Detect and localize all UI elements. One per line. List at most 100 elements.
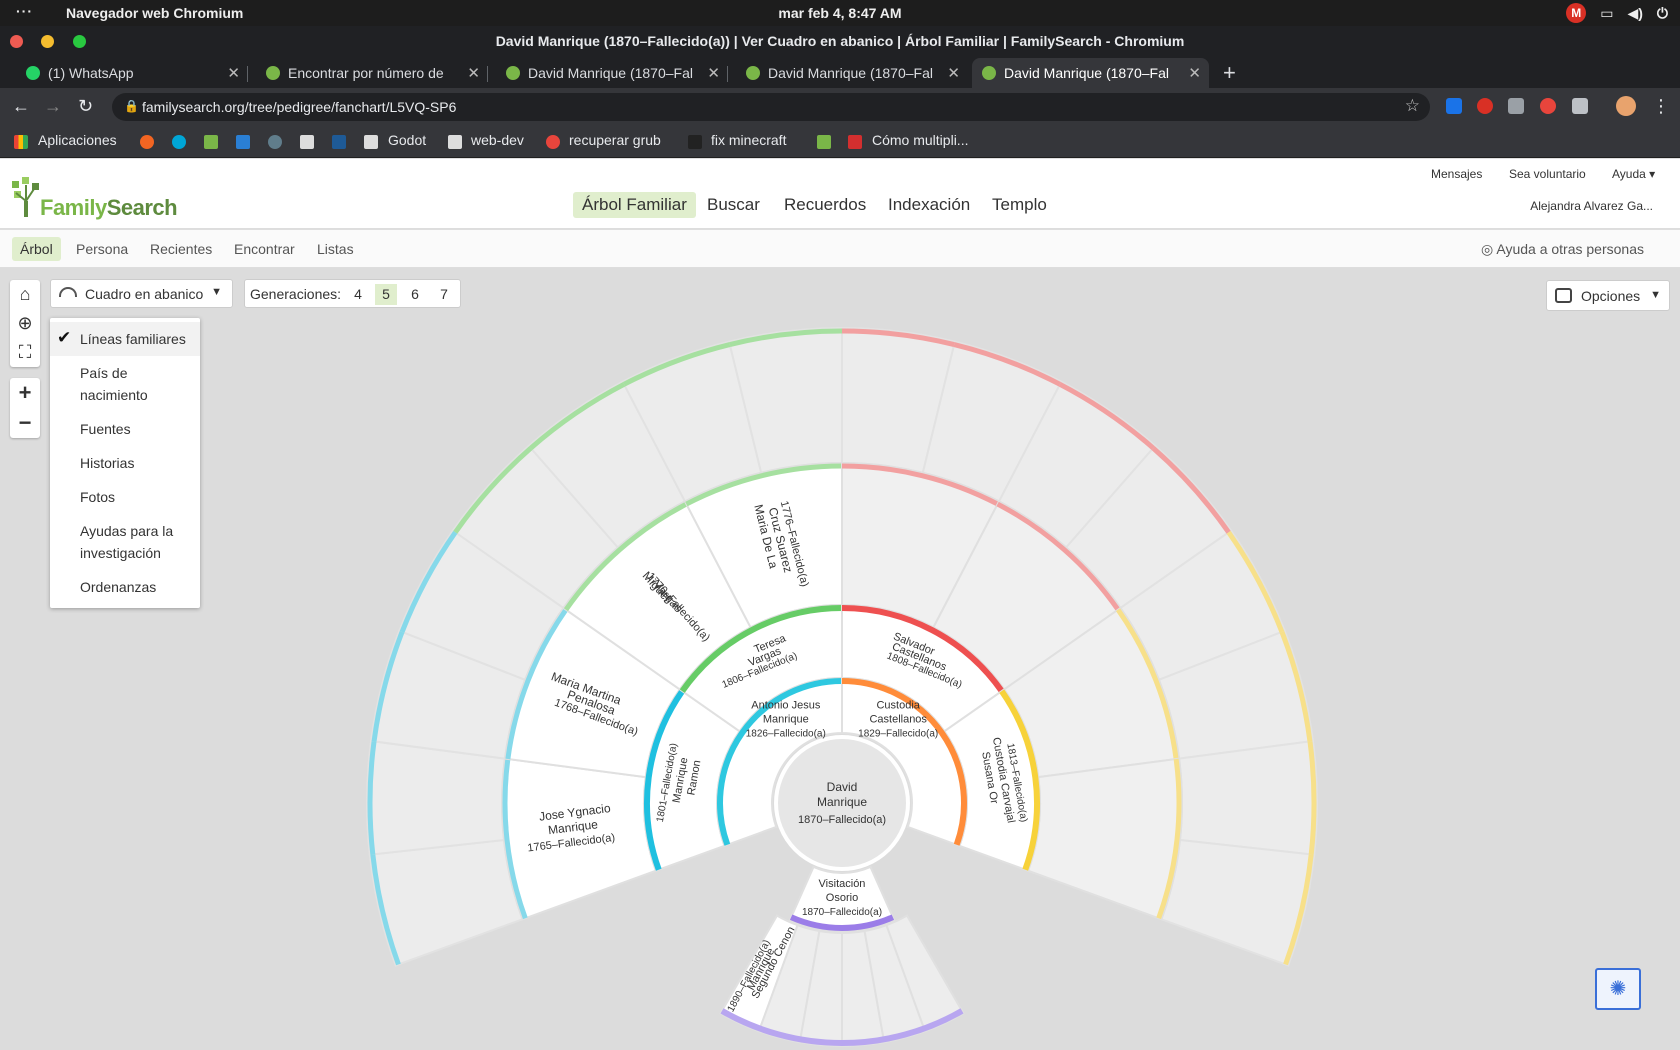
new-tab-button[interactable]: + — [1223, 60, 1236, 86]
dropdown-item-historias[interactable]: Historias — [50, 446, 200, 480]
subnav-listas[interactable]: Listas — [317, 241, 354, 257]
bookmark-star-icon[interactable]: ☆ — [1405, 96, 1420, 116]
nav-indexacion[interactable]: Indexación — [888, 195, 970, 215]
tab-david-2[interactable]: David Manrique (1870–Fal ✕ — [736, 58, 968, 88]
root-dates: 1870–Fallecido(a) — [798, 814, 886, 826]
dropdown-item-fotos[interactable]: Fotos — [50, 480, 200, 514]
subnav-arbol[interactable]: Árbol — [12, 237, 61, 261]
view-controls: ⌂ ⊕ ⛶ — [10, 280, 40, 367]
recenter-icon[interactable]: ⊕ — [10, 309, 40, 338]
dropdown-item-ayudas-investigacion[interactable]: Ayudas para la investigación — [50, 514, 200, 570]
dropdown-item-pais-nacimiento[interactable]: País de nacimiento — [50, 356, 200, 412]
bookmark-aplicaciones[interactable]: Aplicaciones — [38, 132, 117, 148]
link-sea-voluntario[interactable]: Sea voluntario — [1509, 167, 1586, 181]
tab-label: David Manrique (1870–Fal — [528, 65, 693, 81]
generation-option-4[interactable]: 4 — [347, 284, 369, 305]
vimium-extension-icon[interactable] — [1572, 98, 1588, 114]
link-ayuda[interactable]: Ayuda ▾ — [1612, 167, 1655, 181]
forward-arrow-icon[interactable]: → — [44, 96, 62, 117]
minecraft-icon — [688, 135, 702, 149]
familysearch-tree-icon[interactable] — [204, 135, 218, 149]
familysearch-logo-icon[interactable] — [10, 177, 44, 219]
site-icon[interactable] — [332, 135, 346, 149]
nav-templo[interactable]: Templo — [992, 195, 1047, 215]
close-tab-icon[interactable]: ✕ — [947, 64, 960, 82]
site-icon[interactable] — [268, 135, 282, 149]
bookmark-fix-minecraft[interactable]: fix minecraft — [711, 132, 786, 148]
lock-icon[interactable]: 🔒 — [124, 99, 139, 113]
options-button[interactable]: Opciones ▼ — [1546, 280, 1670, 311]
fan-cell-gen5[interactable] — [1177, 739, 1318, 856]
drive-extension-icon[interactable] — [1446, 98, 1462, 114]
fan-chart-canvas[interactable]: David Manrique 1870–Fallecido(a) Antonio Je… — [0, 268, 1680, 1050]
tab-label: Encontrar por número de — [288, 65, 444, 81]
zoom-out-icon[interactable]: − — [10, 408, 40, 438]
back-arrow-icon[interactable]: ← — [12, 96, 30, 117]
address-bar[interactable]: 🔒 familysearch.org/tree/pedigree/fanchar… — [112, 93, 1430, 121]
bookmark-recuperar-grub[interactable]: recuperar grub — [569, 132, 661, 148]
close-tab-icon[interactable]: ✕ — [467, 64, 480, 82]
person-name: Osorio — [826, 892, 858, 904]
bookmark-web-dev[interactable]: web-dev — [471, 132, 524, 148]
subnav-persona[interactable]: Persona — [76, 241, 128, 257]
zoom-in-icon[interactable]: + — [10, 378, 40, 408]
helpers-link[interactable]: ◎ Ayuda a otras personas — [1481, 241, 1644, 258]
folder-icon[interactable] — [300, 135, 314, 149]
ubuntu-icon[interactable] — [140, 135, 154, 149]
block-extension-icon[interactable] — [1540, 98, 1556, 114]
tab-whatsapp[interactable]: (1) WhatsApp ✕ — [16, 58, 248, 88]
nav-arbol-familiar[interactable]: Árbol Familiar — [573, 192, 696, 218]
camera-extension-icon[interactable] — [1508, 98, 1524, 114]
fan-cell-gen4[interactable] — [1026, 757, 1184, 921]
generation-option-5[interactable]: 5 — [375, 284, 397, 305]
view-type-select[interactable]: Cuadro en abanico ▼ — [50, 279, 233, 308]
link-mensajes[interactable]: Mensajes — [1431, 167, 1482, 181]
dropdown-item-fuentes[interactable]: Fuentes — [50, 412, 200, 446]
home-icon[interactable]: ⌂ — [10, 280, 40, 309]
folder-icon — [448, 135, 462, 149]
screen-icon[interactable]: ▭ — [1600, 5, 1613, 22]
generation-option-6[interactable]: 6 — [404, 284, 426, 305]
generations-selector: Generaciones: 4 5 6 7 — [244, 279, 461, 308]
bookmark-como-multipli[interactable]: Cómo multipli... — [872, 132, 968, 148]
fan-cell-gen5[interactable] — [366, 739, 507, 856]
profile-avatar[interactable] — [1616, 96, 1636, 116]
clock[interactable]: mar feb 4, 8:47 AM — [0, 5, 1680, 21]
subnav-recientes[interactable]: Recientes — [150, 241, 212, 257]
tab-encontrar[interactable]: Encontrar por número de ✕ — [256, 58, 488, 88]
close-tab-icon[interactable]: ✕ — [227, 64, 240, 82]
bookmark-godot[interactable]: Godot — [388, 132, 426, 148]
nav-recuerdos[interactable]: Recuerdos — [784, 195, 866, 215]
person-name: Manrique — [763, 714, 809, 726]
site-icon[interactable] — [172, 135, 186, 149]
reload-icon[interactable]: ↻ — [78, 96, 93, 117]
subnav-encontrar[interactable]: Encontrar — [234, 241, 295, 257]
generations-label: Generaciones: — [250, 286, 342, 302]
browser-toolbar: ← → ↻ 🔒 familysearch.org/tree/pedigree/f… — [0, 88, 1680, 126]
cube-icon[interactable] — [236, 135, 250, 149]
mail-indicator-icon[interactable]: M — [1566, 3, 1587, 23]
menu-kebab-icon[interactable]: ⋮ — [1652, 96, 1670, 117]
adblock-extension-icon[interactable] — [1477, 98, 1493, 114]
site-logo[interactable]: FamilySearch — [40, 195, 178, 221]
person-name: Custodia — [876, 700, 920, 712]
tab-david-active[interactable]: David Manrique (1870–Fal ✕ — [972, 58, 1209, 88]
lightbulb-tip-icon[interactable]: ✺ — [1595, 968, 1641, 1010]
tab-david-1[interactable]: David Manrique (1870–Fal ✕ — [496, 58, 728, 88]
close-tab-icon[interactable]: ✕ — [1188, 64, 1201, 82]
user-menu[interactable]: Alejandra Alvarez Ga... — [1530, 199, 1653, 213]
tab-label: David Manrique (1870–Fal — [1004, 65, 1169, 81]
familysearch-tree-icon[interactable] — [817, 135, 831, 149]
dropdown-item-ordenanzas[interactable]: Ordenanzas — [50, 570, 200, 604]
fullscreen-icon[interactable]: ⛶ — [10, 338, 40, 367]
nav-buscar[interactable]: Buscar — [707, 195, 760, 215]
generation-option-7[interactable]: 7 — [433, 284, 455, 305]
root-first-name: David — [827, 780, 858, 794]
volume-icon[interactable]: ◀) — [1627, 5, 1642, 22]
close-tab-icon[interactable]: ✕ — [707, 64, 720, 82]
person-name: Visitación — [819, 878, 866, 890]
fan-chart[interactable]: DavidManrique1870–Fallecido(a)Antonio Je… — [0, 268, 1680, 1050]
url-text[interactable]: familysearch.org/tree/pedigree/fanchart/… — [142, 99, 456, 115]
dropdown-item-lineas-familiares[interactable]: ✔ Líneas familiares — [50, 322, 200, 356]
power-icon[interactable]: ⏻ — [1657, 5, 1668, 22]
